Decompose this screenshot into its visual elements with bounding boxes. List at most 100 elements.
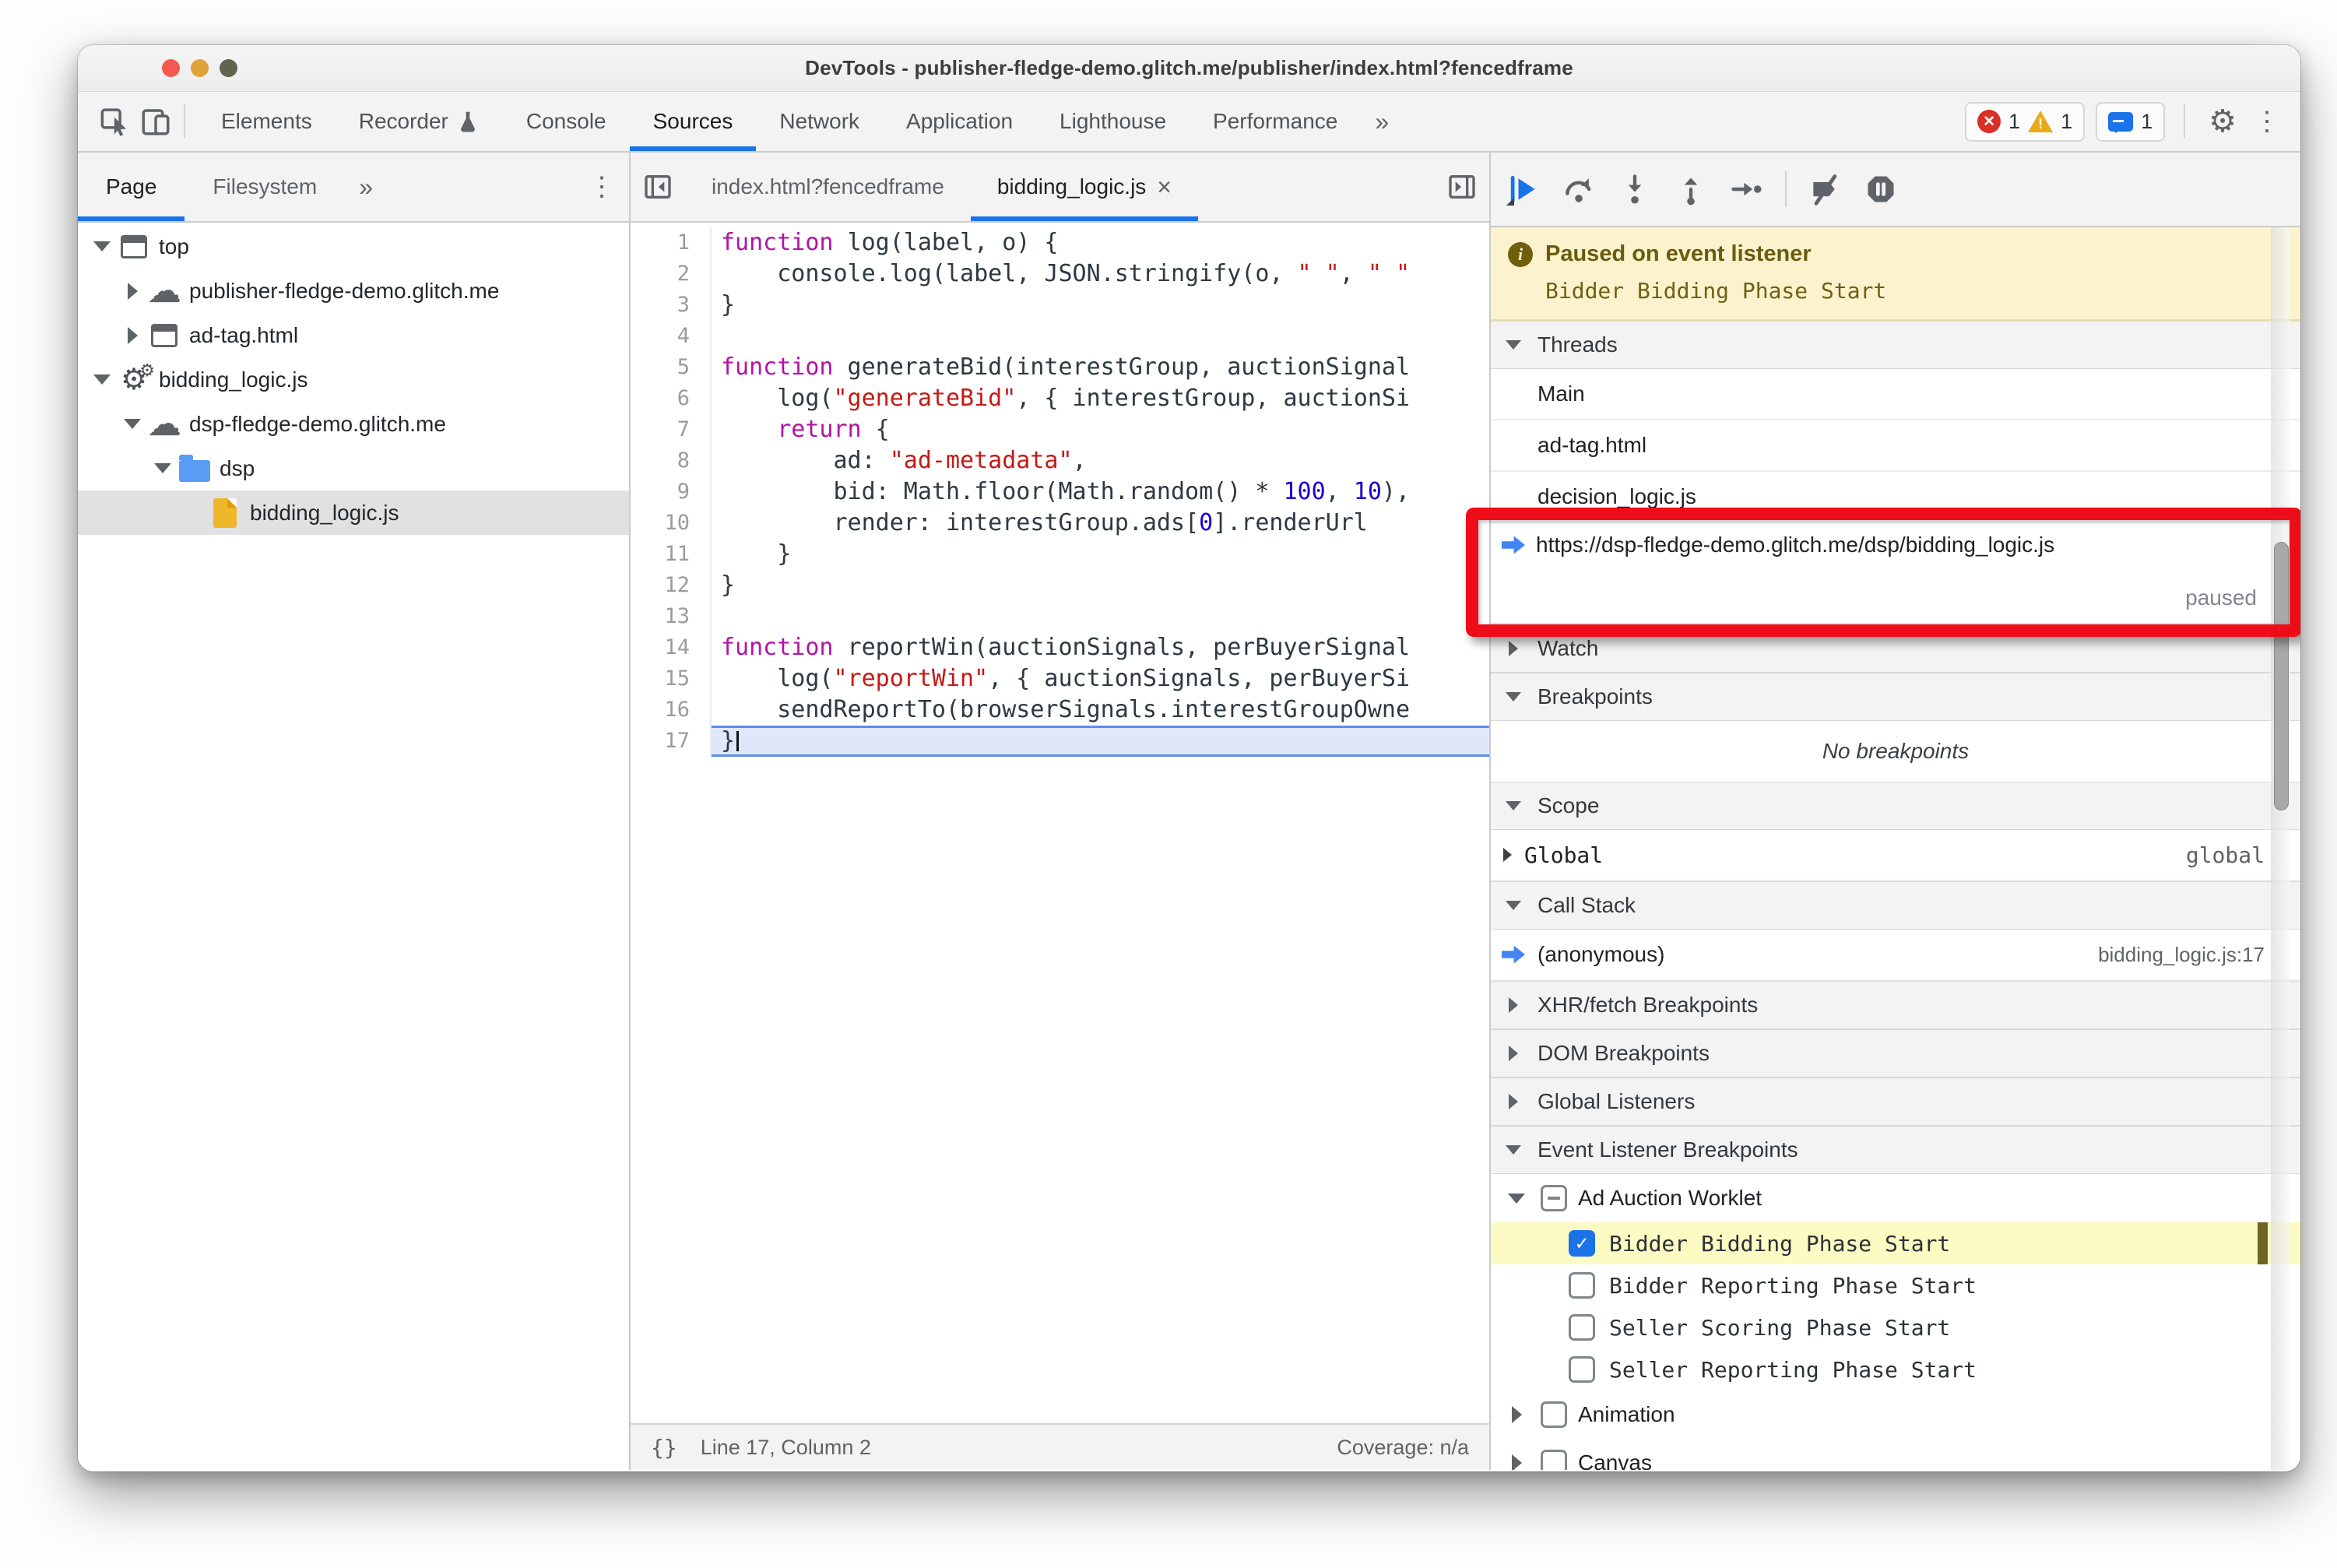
step-icon[interactable] (1729, 171, 1765, 207)
thread-row-paused[interactable]: https://dsp-fledge-demo.glitch.me/dsp/bi… (1491, 523, 2300, 624)
line-number[interactable]: 6 (631, 383, 712, 414)
deactivate-breakpoints-icon[interactable] (1807, 171, 1843, 207)
line-number[interactable]: 1 (631, 227, 712, 258)
section-header-scope[interactable]: Scope (1491, 782, 2300, 830)
line-number[interactable]: 2 (631, 258, 712, 290)
errors-warnings-badge[interactable]: ✕ 1 ! 1 (1965, 101, 2086, 142)
pretty-print-button[interactable]: {} (651, 1435, 677, 1461)
editor-tab-index-html-fencedframe[interactable]: index.html?fencedframe (685, 153, 971, 221)
scope-global-row[interactable]: Global global (1491, 830, 2300, 881)
call-stack-frame[interactable]: (anonymous) bidding_logic.js:17 (1491, 930, 2300, 981)
close-window-button[interactable] (162, 59, 180, 77)
tab-recorder[interactable]: Recorder (336, 92, 503, 151)
tab-network[interactable]: Network (756, 92, 883, 151)
zoom-window-button[interactable] (220, 59, 237, 77)
collapsed-arrow-icon[interactable] (119, 282, 146, 300)
issues-badge[interactable]: 1 (2096, 101, 2166, 142)
listener-category-ad-auction-worklet[interactable]: Ad Auction Worklet (1491, 1174, 2300, 1222)
line-number[interactable]: 16 (631, 694, 712, 726)
tab-application[interactable]: Application (883, 92, 1036, 151)
collapsed-arrow-icon[interactable] (1503, 848, 1512, 862)
navigator-menu-icon[interactable]: ⋮ (582, 171, 621, 202)
line-number[interactable]: 15 (631, 663, 712, 694)
unchecked-checkbox[interactable] (1569, 1356, 1595, 1383)
tree-item-top[interactable]: top (78, 224, 629, 269)
line-number[interactable]: 4 (631, 321, 712, 352)
section-header-breakpoints[interactable]: Breakpoints (1491, 673, 2300, 721)
line-number[interactable]: 8 (631, 445, 712, 476)
line-number[interactable]: 10 (631, 508, 712, 539)
unchecked-checkbox[interactable] (1541, 1401, 1567, 1428)
thread-row[interactable]: ad-tag.html (1491, 420, 2300, 472)
expanded-arrow-icon[interactable] (89, 241, 115, 251)
unchecked-checkbox[interactable] (1569, 1272, 1595, 1299)
resume-icon[interactable] (1505, 171, 1541, 207)
tree-item-publisher-fledge-demo-glitch-me[interactable]: ☁ publisher-fledge-demo.glitch.me (78, 269, 629, 313)
listener-category-animation[interactable]: Animation (1491, 1390, 2300, 1439)
listener-breakpoint-seller-scoring-phase-start[interactable]: Seller Scoring Phase Start (1491, 1306, 2300, 1348)
tree-item-bidding-logic-js[interactable]: bidding_logic.js (78, 490, 629, 535)
inspect-element-icon[interactable] (95, 101, 135, 142)
thread-row[interactable]: decision_logic.js (1491, 472, 2300, 523)
step-out-icon[interactable] (1673, 171, 1709, 207)
line-number[interactable]: 14 (631, 632, 712, 663)
collapsed-arrow-icon[interactable] (1503, 1454, 1530, 1470)
more-tabs-icon[interactable]: » (1361, 107, 1403, 136)
hide-navigator-icon[interactable] (631, 153, 685, 221)
thread-row[interactable]: Main (1491, 369, 2300, 420)
line-number[interactable]: 3 (631, 290, 712, 321)
line-number[interactable]: 11 (631, 539, 712, 570)
line-number[interactable]: 5 (631, 352, 712, 383)
step-into-icon[interactable] (1617, 171, 1653, 207)
tab-sources[interactable]: Sources (630, 92, 757, 151)
expanded-arrow-icon[interactable] (89, 374, 115, 385)
expanded-arrow-icon[interactable] (149, 463, 176, 473)
scrollbar-thumb[interactable] (2274, 542, 2289, 810)
open-more-editors-icon[interactable] (1435, 153, 1489, 221)
code-editor[interactable]: 1 function log(label, o) {2 console.log(l… (631, 223, 1489, 1423)
tree-item-dsp[interactable]: dsp (78, 446, 629, 490)
pause-exceptions-icon[interactable] (1863, 171, 1899, 207)
navigator-more-tabs-icon[interactable]: » (345, 153, 387, 221)
settings-gear-icon[interactable]: ⚙ (2209, 104, 2237, 139)
line-number[interactable]: 9 (631, 476, 712, 508)
more-options-icon[interactable]: ⋮ (2247, 106, 2286, 137)
device-toolbar-icon[interactable] (135, 101, 176, 142)
unchecked-checkbox[interactable] (1541, 1450, 1567, 1470)
tab-lighthouse[interactable]: Lighthouse (1036, 92, 1190, 151)
section-header-call-stack[interactable]: Call Stack (1491, 881, 2300, 930)
close-tab-icon[interactable]: × (1157, 173, 1172, 202)
listener-category-canvas[interactable]: Canvas (1491, 1439, 2300, 1470)
line-number[interactable]: 7 (631, 414, 712, 445)
navigator-tab-filesystem[interactable]: Filesystem (184, 153, 345, 221)
section-header-threads[interactable]: Threads (1491, 321, 2300, 369)
section-header-event-listener-breakpoints[interactable]: Event Listener Breakpoints (1491, 1126, 2300, 1174)
tab-elements[interactable]: Elements (198, 92, 336, 151)
tab-console[interactable]: Console (503, 92, 630, 151)
collapsed-arrow-icon[interactable] (1503, 1406, 1530, 1423)
tree-item-bidding-logic-js[interactable]: ⚙bidding_logic.js (78, 356, 629, 402)
expanded-arrow-icon[interactable] (1503, 1193, 1530, 1204)
tree-item-ad-tag-html[interactable]: ad-tag.html (78, 313, 629, 357)
tree-item-dsp-fledge-demo-glitch-me[interactable]: ☁ dsp-fledge-demo.glitch.me (78, 402, 629, 446)
minimize-window-button[interactable] (191, 59, 209, 77)
line-number[interactable]: 13 (631, 601, 712, 632)
checked-checkbox[interactable]: ✓ (1569, 1230, 1595, 1257)
listener-breakpoint-seller-reporting-phase-start[interactable]: Seller Reporting Phase Start (1491, 1348, 2300, 1390)
section-header-xhr-fetch-breakpoints[interactable]: XHR/fetch Breakpoints (1491, 981, 2300, 1029)
tab-performance[interactable]: Performance (1190, 92, 1361, 151)
section-header-global-listeners[interactable]: Global Listeners (1491, 1078, 2300, 1126)
line-number[interactable]: 17 (631, 726, 712, 757)
listener-breakpoint-bidder-bidding-phase-start[interactable]: ✓ Bidder Bidding Phase Start (1491, 1222, 2300, 1264)
unchecked-checkbox[interactable] (1569, 1314, 1595, 1341)
navigator-tab-page[interactable]: Page (78, 153, 184, 221)
step-over-icon[interactable] (1561, 171, 1597, 207)
editor-tab-bidding-logic-js[interactable]: bidding_logic.js × (970, 153, 1198, 221)
line-number[interactable]: 12 (631, 570, 712, 601)
listener-breakpoint-bidder-reporting-phase-start[interactable]: Bidder Reporting Phase Start (1491, 1264, 2300, 1306)
indeterminate-checkbox[interactable] (1541, 1185, 1567, 1211)
section-header-dom-breakpoints[interactable]: DOM Breakpoints (1491, 1029, 2300, 1078)
expanded-arrow-icon[interactable] (119, 419, 146, 429)
section-header-watch[interactable]: Watch (1491, 624, 2300, 673)
collapsed-arrow-icon[interactable] (119, 326, 146, 344)
